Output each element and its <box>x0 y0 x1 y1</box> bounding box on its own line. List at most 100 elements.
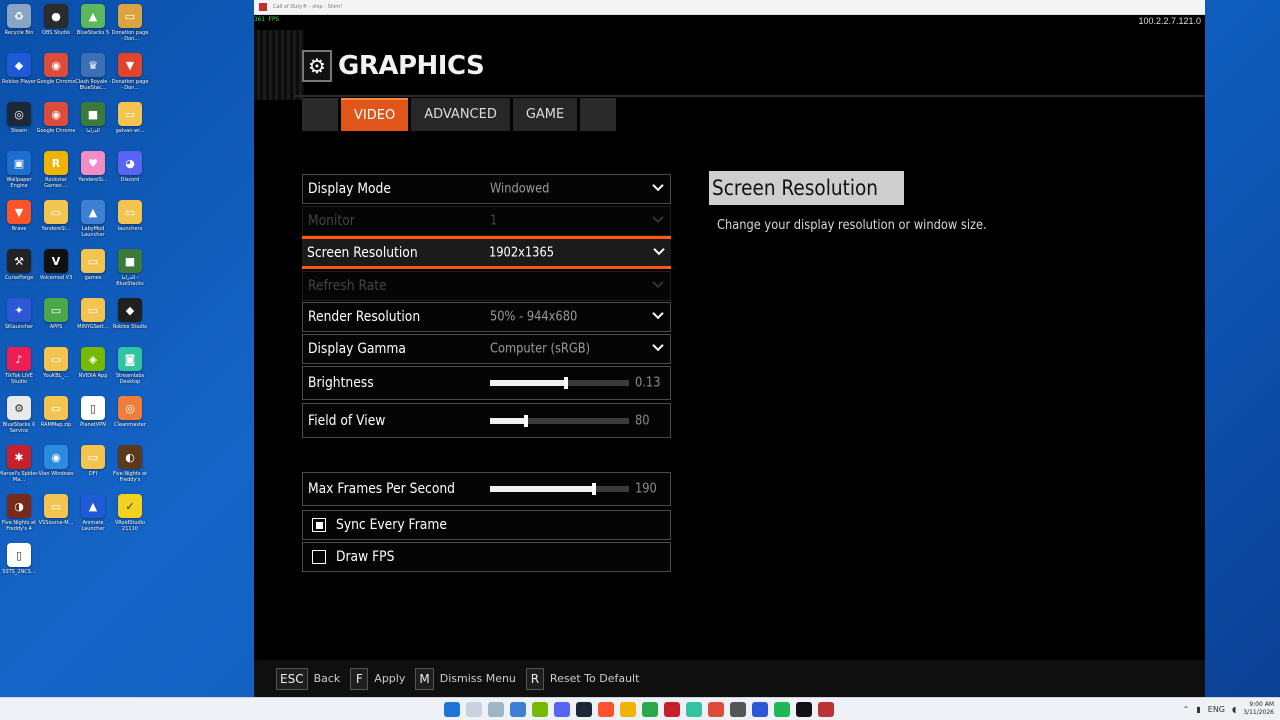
labymod-icon[interactable] <box>510 702 526 717</box>
apply-button[interactable]: F Apply <box>350 667 405 690</box>
window-titlebar[interactable]: Call of Duty® - ship - Shim! <box>254 0 1205 15</box>
rockstar-icon[interactable] <box>620 702 636 717</box>
desktop-icon[interactable]: ♻ Recycle Bin <box>1 4 37 54</box>
search-icon[interactable] <box>466 702 482 717</box>
desktop-icon[interactable]: ◆ Roblox Studio <box>112 298 148 348</box>
streamlabs-icon[interactable] <box>686 702 702 717</box>
discord-icon[interactable] <box>554 702 570 717</box>
desktop-icon[interactable]: ▭ APPS <box>38 298 74 348</box>
sync-every-frame-checkbox[interactable] <box>312 518 326 532</box>
chevron-down-icon[interactable] <box>653 245 665 257</box>
settings-icon[interactable] <box>730 702 746 717</box>
desktop-icon[interactable]: ◈ NVIDIA App <box>75 347 111 397</box>
tab-game[interactable]: GAME <box>512 98 578 131</box>
chevron-down-icon[interactable] <box>652 342 664 354</box>
desktop-icon[interactable]: ◉ Google Chrome <box>37 102 75 152</box>
desktop-icon[interactable]: ▭ galvan-wi... <box>112 102 148 152</box>
desktop-icon[interactable]: ♥ YandereSi... <box>75 151 111 201</box>
sync-every-frame-row[interactable]: Sync Every Frame <box>302 510 671 540</box>
desktop-icon[interactable]: ▣ Wallpaper Engine <box>1 151 37 201</box>
draw-fps-checkbox[interactable] <box>312 550 326 564</box>
language-indicator[interactable]: ENG <box>1208 705 1225 714</box>
slider-handle[interactable] <box>592 483 597 495</box>
desktop-icon[interactable]: ♪ TikTok LIVE Studio <box>1 347 37 397</box>
desktop-icon[interactable]: ◆ Roblox Player <box>1 53 37 103</box>
desktop-icon[interactable]: ✓ VRoidStudio 21110 <box>112 494 148 544</box>
nvidia-icon[interactable] <box>532 702 548 717</box>
desktop-icon[interactable]: ▲ LabyMod Launcher <box>75 200 111 250</box>
desktop-icon[interactable]: ▭ YouKBL_... <box>38 347 74 397</box>
slider-handle[interactable] <box>564 377 569 389</box>
back-button[interactable]: ESC Back <box>276 667 340 690</box>
desktop-icon[interactable]: ◑ Five Nights at Freddy's 4 <box>1 494 37 544</box>
desktop-icon[interactable]: ▲ BlueStacks 5 <box>75 4 111 54</box>
desktop-icon[interactable]: ▭ Donation page - Don... <box>112 4 148 54</box>
render-resolution-row[interactable]: Render Resolution 50% - 944x680 <box>302 302 671 332</box>
obs-icon[interactable] <box>796 702 812 717</box>
app-icon[interactable] <box>664 702 680 717</box>
desktop-icon[interactable]: V Voicemod V3 <box>38 249 74 299</box>
desktop-icon[interactable]: ● OBS Studio <box>38 4 74 54</box>
desktop-icon[interactable]: ✦ SKlauncher <box>1 298 37 348</box>
network-icon[interactable]: ▮ <box>1196 705 1200 714</box>
call-of-duty-icon[interactable] <box>818 702 834 717</box>
desktop-icon[interactable]: ◉ Vian Windows <box>38 445 74 495</box>
chevron-down-icon <box>652 279 664 291</box>
desktop-icon[interactable]: ▼ Donation page - Don... <box>112 53 148 103</box>
fov-row[interactable]: Field of View 80 <box>302 403 671 438</box>
chevron-down-icon[interactable] <box>652 310 664 322</box>
brave-icon[interactable] <box>598 702 614 717</box>
desktop-icon[interactable]: ▭ RAMMap.zip <box>38 396 74 446</box>
desktop-icon[interactable]: ▭ MINYGSett... <box>75 298 111 348</box>
chrome-icon[interactable] <box>708 702 724 717</box>
desktop-icon[interactable]: ▭ VSSource-M... <box>38 494 74 544</box>
screen-resolution-row[interactable]: Screen Resolution 1902x1365 <box>302 236 671 269</box>
desktop-icon-label: Animate Launcher <box>81 520 105 532</box>
desktop-icon[interactable]: ◎ Cleanmaster <box>112 396 148 446</box>
task-view-icon[interactable] <box>488 702 504 717</box>
slider-handle[interactable] <box>524 414 529 427</box>
brightness-row[interactable]: Brightness 0.13 <box>302 366 671 400</box>
desktop-icon[interactable]: ⚙ BlueStacks X Service <box>1 396 37 446</box>
desktop-icon[interactable]: ▲ Animate Launcher <box>75 494 111 544</box>
desktop-icon[interactable]: ◐ Five Nights at Freddy's <box>112 445 148 495</box>
brightness-slider[interactable] <box>490 377 629 389</box>
desktop-icon[interactable]: ▼ Brave <box>1 200 37 250</box>
desktop-icon[interactable]: ◎ Steam <box>1 102 37 152</box>
spotify-icon[interactable] <box>774 702 790 717</box>
max-fps-slider[interactable] <box>490 483 629 495</box>
desktop-icon[interactable]: R Rockstar Games ... <box>38 151 74 201</box>
start-icon[interactable] <box>444 702 460 717</box>
desktop-icon[interactable]: ✱ Marvel's Spider-Ma... <box>0 445 39 495</box>
desktop-icon[interactable]: ▭ launchers <box>112 200 148 250</box>
desktop-icon[interactable]: ◙ Streamlabs Desktop <box>112 347 148 397</box>
chevron-down-icon[interactable] <box>652 182 664 194</box>
desktop-icon[interactable]: ▯ PlanetVPN <box>75 396 111 446</box>
desktop-icon[interactable]: ♛ Clash Royale - BlueStac... <box>75 53 111 103</box>
desktop-icon[interactable]: ◉ Google Chrome <box>37 53 75 103</box>
desktop-icon[interactable]: ▭ YandereSi... <box>38 200 74 250</box>
desktop-icon[interactable]: ▭ DFI <box>75 445 111 495</box>
reset-default-button[interactable]: R Reset To Default <box>525 667 639 690</box>
xbox-icon[interactable] <box>642 702 658 717</box>
display-mode-row[interactable]: Display Mode Windowed <box>302 174 671 204</box>
desktop-icon-label: Donation page - Don... <box>111 79 149 91</box>
desktop-icon[interactable]: ▭ games <box>75 249 111 299</box>
desktop-icon[interactable]: ■ الدراما - BlueStacks <box>112 249 148 299</box>
volume-icon[interactable]: ◖ <box>1232 705 1236 714</box>
desktop-icon[interactable]: ▯ SSTS_2NCS... <box>1 543 37 593</box>
tab-advanced[interactable]: ADVANCED <box>411 98 510 131</box>
max-fps-row[interactable]: Max Frames Per Second 190 <box>302 472 671 506</box>
desktop-icon[interactable]: ⚒ CurseForge <box>1 249 37 299</box>
draw-fps-row[interactable]: Draw FPS <box>302 542 671 572</box>
clock[interactable]: 9:00 AM 3/11/2026 <box>1243 701 1274 717</box>
chevron-up-icon[interactable]: ⌃ <box>1183 705 1190 714</box>
dismiss-menu-button[interactable]: M Dismiss Menu <box>415 667 516 690</box>
desktop-icon[interactable]: ◕ Discord <box>112 151 148 201</box>
app-icon[interactable] <box>752 702 768 717</box>
display-gamma-row[interactable]: Display Gamma Computer (sRGB) <box>302 334 671 364</box>
fov-slider[interactable] <box>490 414 629 427</box>
desktop-icon[interactable]: ■ الدراما <box>75 102 111 152</box>
steam-icon[interactable] <box>576 702 592 717</box>
tab-video[interactable]: VIDEO <box>341 98 409 131</box>
